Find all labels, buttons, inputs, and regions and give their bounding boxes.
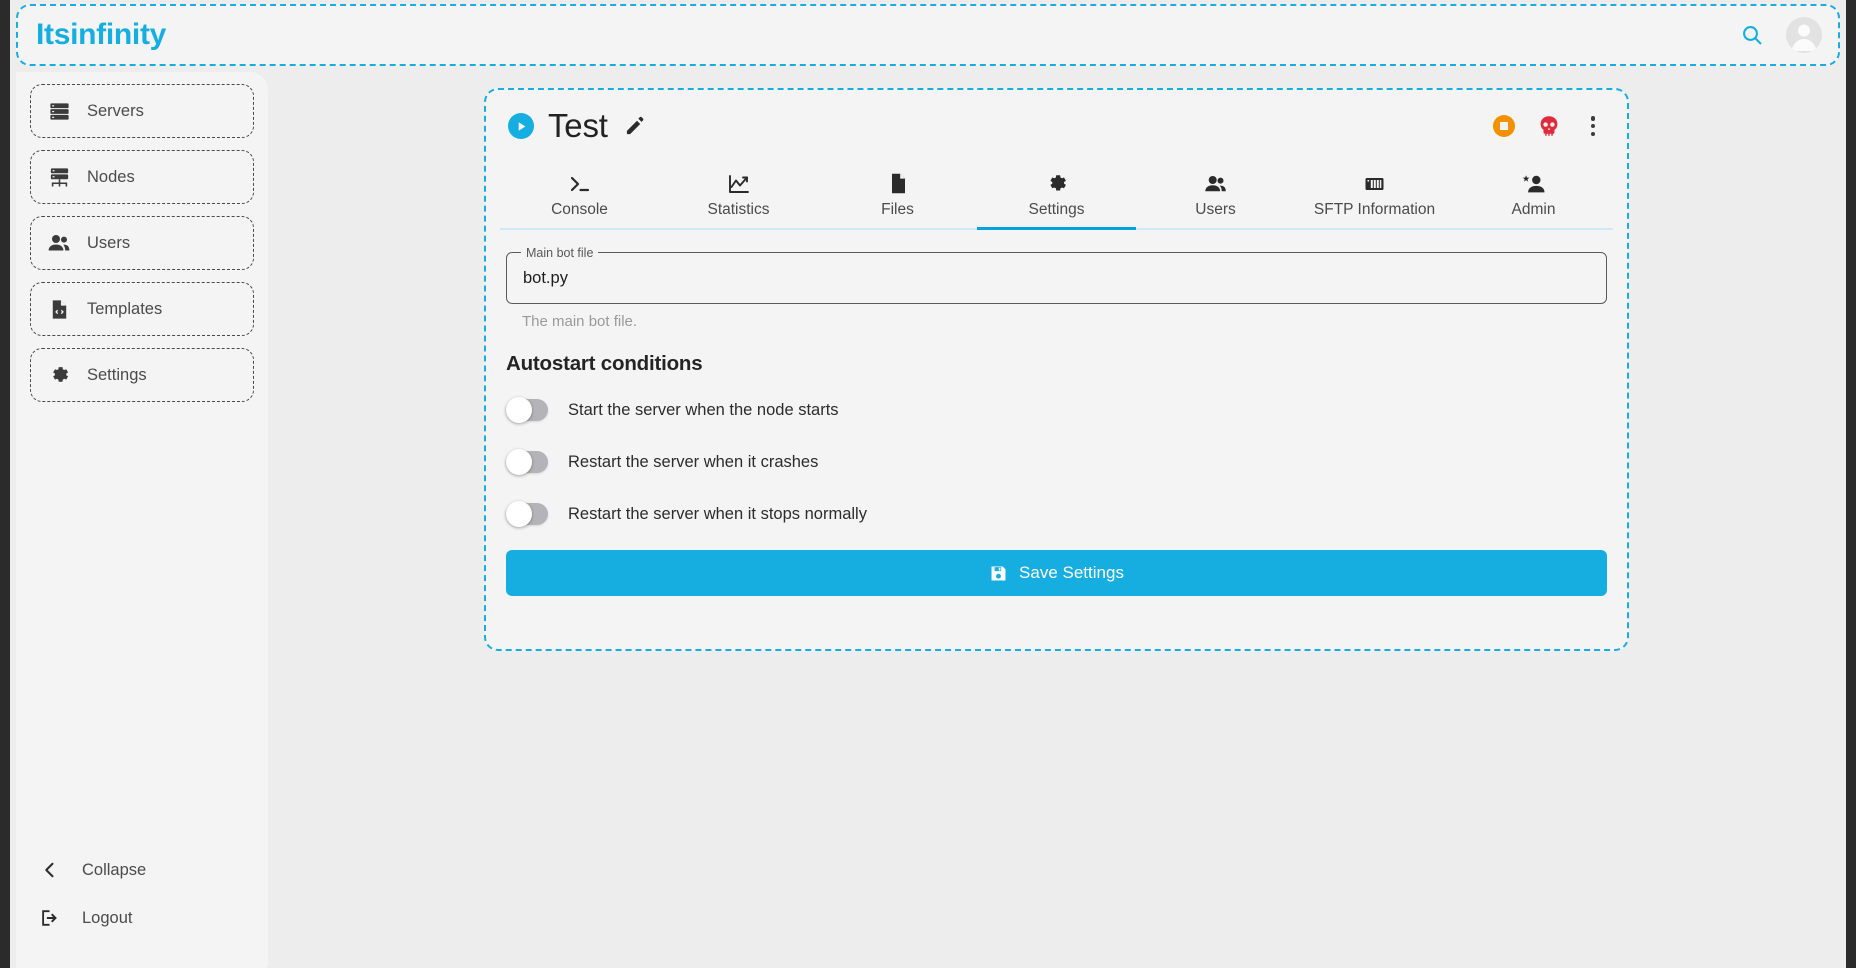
templates-icon bbox=[47, 297, 71, 321]
toggle-start-on-node-start[interactable] bbox=[506, 397, 548, 423]
collapse-label: Collapse bbox=[82, 860, 147, 879]
users-icon bbox=[47, 231, 71, 255]
stop-circle-icon[interactable] bbox=[1493, 115, 1515, 137]
tab-users[interactable]: Users bbox=[1136, 162, 1295, 228]
save-settings-button[interactable]: Save Settings bbox=[506, 550, 1607, 596]
save-settings-label: Save Settings bbox=[1019, 563, 1124, 582]
sidebar-item-settings[interactable]: Settings bbox=[30, 348, 254, 402]
nodes-icon bbox=[47, 165, 71, 189]
server-settings-card: Test Console Statistics Files Settings U… bbox=[484, 88, 1629, 651]
autostart-toggle-row: Start the server when the node starts bbox=[506, 384, 1607, 436]
gear-icon bbox=[1044, 170, 1069, 196]
save-floppy-icon bbox=[989, 564, 1008, 583]
logout-label: Logout bbox=[82, 908, 133, 927]
skull-icon[interactable] bbox=[1537, 114, 1561, 138]
toggle-label: Start the server when the node starts bbox=[568, 400, 839, 419]
main-bot-file-input[interactable]: Main bot file bot.py bbox=[506, 245, 1607, 304]
servers-icon bbox=[47, 99, 71, 123]
pencil-icon[interactable] bbox=[624, 115, 646, 137]
tab-label: Files bbox=[881, 200, 914, 218]
top-app-bar: Itsinfinity bbox=[16, 4, 1840, 66]
user-avatar-icon[interactable] bbox=[1786, 17, 1822, 53]
sidebar-item-label: Settings bbox=[87, 365, 147, 384]
sidebar-item-label: Servers bbox=[87, 101, 144, 120]
gear-icon bbox=[47, 363, 71, 387]
card-header-actions bbox=[1493, 113, 1603, 139]
tab-bar: Console Statistics Files Settings Users … bbox=[500, 162, 1613, 230]
main-bot-file-field-wrap: Main bot file bot.py The main bot file. bbox=[506, 245, 1607, 330]
tab-admin[interactable]: Admin bbox=[1454, 162, 1613, 228]
server-rack-icon bbox=[1362, 170, 1387, 196]
sidebar: Servers Nodes Users Templates Settings C… bbox=[16, 72, 268, 968]
tab-label: Statistics bbox=[707, 200, 770, 218]
sidebar-nav: Servers Nodes Users Templates Settings bbox=[16, 72, 268, 402]
tab-sftp-information[interactable]: SFTP Information bbox=[1295, 162, 1454, 228]
sidebar-item-servers[interactable]: Servers bbox=[30, 84, 254, 138]
toggle-label: Restart the server when it stops normall… bbox=[568, 504, 867, 523]
sidebar-item-label: Nodes bbox=[87, 167, 135, 186]
play-circle-icon[interactable] bbox=[508, 113, 534, 139]
sidebar-item-label: Users bbox=[87, 233, 131, 252]
toggle-label: Restart the server when it crashes bbox=[568, 452, 819, 471]
toggle-restart-on-normal-stop[interactable] bbox=[506, 501, 548, 527]
users-icon bbox=[1203, 170, 1228, 196]
sidebar-item-label: Templates bbox=[87, 299, 163, 318]
tab-label: Settings bbox=[1028, 200, 1085, 218]
page-title: Test bbox=[548, 107, 608, 144]
settings-form: Main bot file bot.py The main bot file. … bbox=[486, 230, 1627, 596]
card-header: Test bbox=[486, 90, 1627, 162]
sidebar-item-nodes[interactable]: Nodes bbox=[30, 150, 254, 204]
tab-settings[interactable]: Settings bbox=[977, 162, 1136, 230]
logout-icon bbox=[38, 906, 62, 930]
logout-button[interactable]: Logout bbox=[38, 894, 246, 942]
chart-line-icon bbox=[726, 170, 752, 196]
search-icon[interactable] bbox=[1736, 19, 1768, 51]
autostart-toggle-row: Restart the server when it crashes bbox=[506, 436, 1607, 488]
sidebar-item-templates[interactable]: Templates bbox=[30, 282, 254, 336]
terminal-icon bbox=[567, 170, 593, 196]
main-bot-file-helper: The main bot file. bbox=[522, 313, 638, 330]
file-icon bbox=[886, 170, 910, 196]
brand-logo[interactable]: Itsinfinity bbox=[36, 18, 166, 52]
more-vertical-icon[interactable] bbox=[1583, 113, 1603, 139]
sidebar-item-users[interactable]: Users bbox=[30, 216, 254, 270]
tab-console[interactable]: Console bbox=[500, 162, 659, 228]
sidebar-footer: Collapse Logout bbox=[16, 846, 268, 942]
topbar-actions bbox=[1736, 17, 1822, 53]
tab-statistics[interactable]: Statistics bbox=[659, 162, 818, 228]
user-star-icon bbox=[1521, 170, 1546, 196]
tab-files[interactable]: Files bbox=[818, 162, 977, 228]
toggle-restart-on-crash[interactable] bbox=[506, 449, 548, 475]
tab-label: Console bbox=[551, 200, 608, 218]
app-viewport: Itsinfinity Servers Nodes Users Template… bbox=[10, 0, 1846, 968]
collapse-button[interactable]: Collapse bbox=[38, 846, 246, 894]
main-bot-file-value: bot.py bbox=[523, 268, 568, 287]
tab-label: Admin bbox=[1511, 200, 1556, 218]
tab-label: Users bbox=[1195, 200, 1236, 218]
main-bot-file-label: Main bot file bbox=[521, 245, 599, 261]
tab-label: SFTP Information bbox=[1313, 200, 1436, 218]
chevron-left-icon bbox=[38, 858, 62, 882]
autostart-toggle-row: Restart the server when it stops normall… bbox=[506, 488, 1607, 540]
autostart-section-title: Autostart conditions bbox=[506, 352, 703, 375]
